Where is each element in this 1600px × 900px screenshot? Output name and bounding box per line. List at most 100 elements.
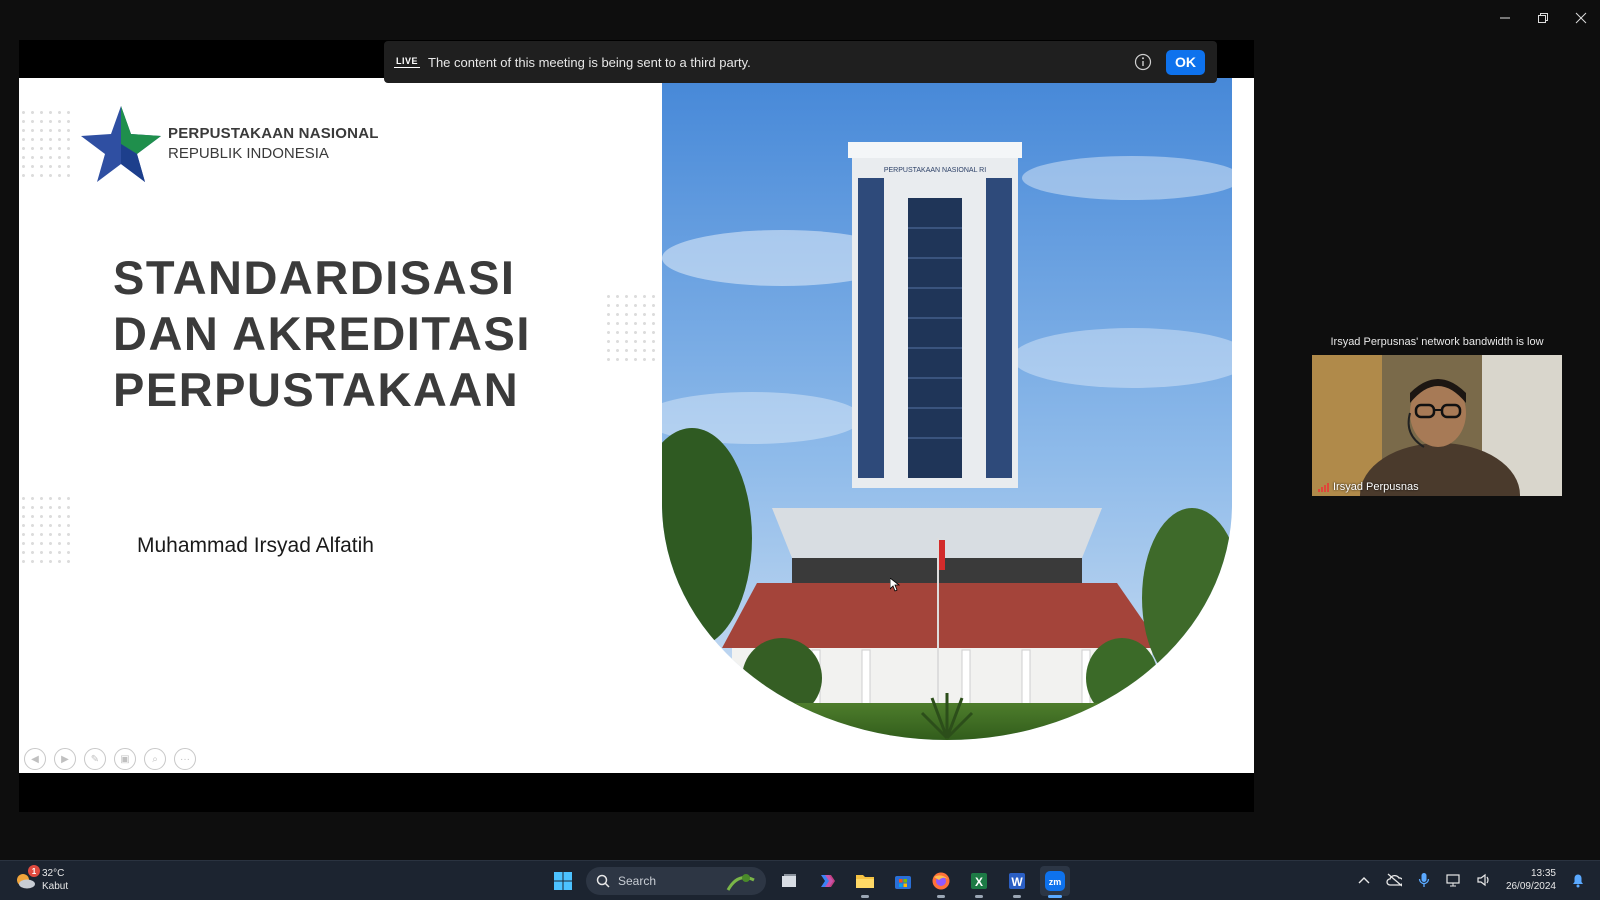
close-icon [1575, 12, 1587, 24]
clock[interactable]: 13:35 26/09/2024 [1506, 867, 1556, 893]
excel-button[interactable]: X [964, 866, 994, 898]
svg-text:W: W [1011, 875, 1023, 889]
excel-icon: X [971, 873, 987, 889]
slides-overview-button[interactable]: ▣ [114, 748, 136, 770]
decor-dots [604, 292, 658, 367]
folder-icon [856, 875, 874, 888]
logo-line2: REPUBLIK INDONESIA [168, 145, 329, 162]
svg-text:X: X [975, 875, 983, 889]
taskbar-apps: Search X W zm [548, 865, 1070, 898]
running-indicator [937, 895, 945, 898]
firefox-button[interactable] [926, 866, 956, 898]
search-icon [596, 874, 610, 888]
running-indicator [1013, 895, 1021, 898]
store-icon [895, 876, 911, 889]
minimize-icon [1500, 17, 1510, 19]
weather-description: Kabut [42, 881, 69, 892]
next-slide-button[interactable]: ▶ [54, 748, 76, 770]
ok-button[interactable]: OK [1166, 49, 1205, 75]
bandwidth-warning: Irsyad Perpusnas' network bandwidth is l… [1330, 336, 1544, 348]
weather-widget[interactable]: 1 32°C Kabut [14, 865, 69, 893]
notification-badge: 1 [28, 865, 40, 877]
file-explorer-button[interactable] [850, 866, 880, 898]
microphone-button[interactable] [1416, 872, 1432, 888]
taskbar-search[interactable]: Search [586, 867, 766, 895]
zoom-button[interactable]: zm [1040, 866, 1070, 898]
svg-text:zm: zm [1049, 877, 1062, 887]
start-button[interactable] [548, 866, 578, 896]
show-hidden-icons-button[interactable] [1356, 872, 1372, 888]
chevron-right-icon: ▶ [61, 753, 69, 765]
more-options-button[interactable]: ··· [174, 748, 196, 770]
banner-text: The content of this meeting is being sen… [428, 54, 751, 70]
building-illustration: PERPUSTAKAAN NASIONAL RI [662, 78, 1232, 740]
chevron-left-icon: ◀ [31, 753, 39, 765]
slides-icon: ▣ [120, 753, 130, 765]
notifications-button[interactable] [1570, 872, 1586, 888]
speaker-icon [1477, 873, 1489, 887]
info-icon[interactable] [1134, 53, 1152, 71]
close-button[interactable] [1562, 0, 1600, 36]
copilot-button[interactable] [812, 866, 842, 896]
network-icon [1446, 874, 1460, 887]
word-icon: W [1009, 873, 1025, 889]
slide-title-line: DAN AKREDITASI [113, 307, 531, 360]
shared-slide: PERPUSTAKAAN NASIONAL REPUBLIK INDONESIA… [19, 78, 1254, 773]
weather-temperature: 32°C [42, 868, 65, 879]
more-icon: ··· [180, 753, 190, 765]
decor-dots [19, 108, 73, 183]
window-controls [1486, 0, 1600, 36]
building-sign: PERPUSTAKAAN NASIONAL RI [884, 167, 986, 174]
live-stream-banner: LIVE The content of this meeting is bein… [384, 41, 1217, 83]
minimize-button[interactable] [1486, 0, 1524, 36]
participant-name-label: Irsyad Perpusnas [1318, 481, 1419, 493]
volume-button[interactable] [1476, 872, 1492, 888]
word-button[interactable]: W [1002, 866, 1032, 898]
slide-toolbar: ◀ ▶ ✎ ▣ ⌕ ··· [24, 748, 196, 770]
running-indicator [1048, 895, 1062, 898]
decor-dots [19, 494, 73, 569]
bell-icon [1573, 874, 1583, 888]
perpusnas-star-logo-icon [81, 106, 161, 182]
weather-icon: 1 [14, 865, 40, 891]
system-tray: 13:35 26/09/2024 [1356, 867, 1586, 893]
pen-tool-button[interactable]: ✎ [84, 748, 106, 770]
restore-icon [1538, 13, 1548, 23]
slide-title: STANDARDISASI DAN AKREDITASI PERPUSTAKAA… [113, 250, 531, 418]
search-placeholder: Search [618, 874, 657, 888]
search-highlight-icon [726, 874, 755, 891]
microsoft-store-button[interactable] [888, 866, 918, 896]
presenter-name: Muhammad Irsyad Alfatih [137, 534, 374, 557]
chevron-up-icon [1358, 877, 1370, 884]
task-view-icon [782, 874, 796, 887]
windows-taskbar: 1 32°C Kabut Search X W zm 13:35 26/09/2… [0, 860, 1600, 900]
running-indicator [861, 895, 869, 898]
participant-video-frame [1312, 355, 1562, 496]
restore-button[interactable] [1524, 0, 1562, 36]
slide-title-line: STANDARDISASI [113, 251, 516, 304]
onedrive-button[interactable] [1386, 872, 1402, 888]
firefox-icon [932, 872, 950, 890]
task-view-button[interactable] [774, 866, 804, 896]
live-icon: LIVE [394, 56, 421, 68]
participant-name: Irsyad Perpusnas [1333, 481, 1419, 493]
magnifier-icon: ⌕ [152, 753, 158, 765]
zoom-slide-button[interactable]: ⌕ [144, 748, 166, 770]
zoom-meeting-window: PERPUSTAKAAN NASIONAL REPUBLIK INDONESIA… [0, 0, 1600, 900]
windows-logo-icon [554, 872, 572, 890]
previous-slide-button[interactable]: ◀ [24, 748, 46, 770]
library-building-photo: PERPUSTAKAAN NASIONAL RI [662, 78, 1232, 740]
slide-title-line: PERPUSTAKAAN [113, 363, 520, 416]
mouse-cursor-icon [890, 578, 900, 592]
logo-line1: PERPUSTAKAAN NASIONAL [168, 125, 379, 142]
pen-icon: ✎ [90, 753, 100, 765]
logo-text: PERPUSTAKAAN NASIONAL REPUBLIK INDONESIA [168, 125, 379, 162]
zoom-icon: zm [1045, 871, 1065, 891]
clock-time: 13:35 [1530, 868, 1556, 879]
running-indicator [975, 895, 983, 898]
microphone-icon [1418, 873, 1430, 887]
copilot-icon [821, 875, 835, 887]
participant-video-tile[interactable]: Irsyad Perpusnas [1312, 355, 1562, 496]
signal-strength-icon [1318, 482, 1329, 492]
network-button[interactable] [1446, 872, 1462, 888]
